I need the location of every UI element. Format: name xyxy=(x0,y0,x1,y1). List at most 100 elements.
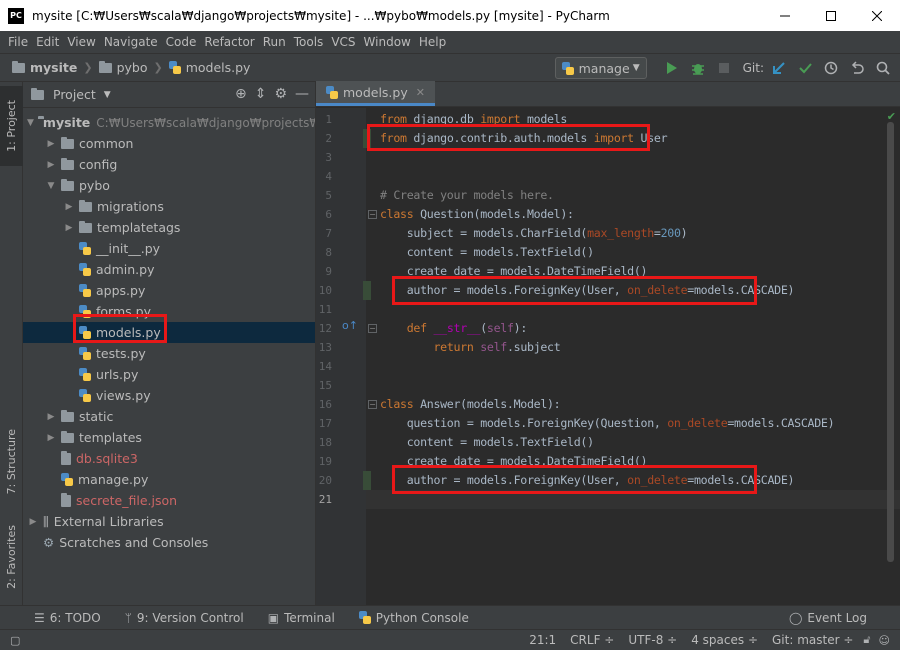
tree-item[interactable]: ▶ static xyxy=(23,406,315,427)
chevron-right-icon[interactable]: ▶ xyxy=(63,223,75,233)
git-update-icon[interactable] xyxy=(766,54,792,82)
code-token: models xyxy=(520,112,568,126)
tree-item[interactable]: manage.py xyxy=(23,469,315,490)
tree-item-label: templates xyxy=(79,430,142,445)
code-token: import xyxy=(593,131,634,145)
code-token: from xyxy=(380,112,407,126)
breadcrumb-models[interactable]: models.py xyxy=(186,60,251,75)
file-encoding[interactable]: UTF-8 ÷ xyxy=(628,633,677,647)
run-icon[interactable] xyxy=(659,54,685,82)
chevron-right-icon[interactable]: ▶ xyxy=(45,139,57,149)
chevron-right-icon[interactable]: ▶ xyxy=(45,160,57,170)
chevron-right-icon[interactable]: ▶ xyxy=(45,433,57,443)
history-icon[interactable] xyxy=(818,54,844,82)
structure-tool-tab[interactable]: 7: Structure xyxy=(0,417,23,507)
fold-icon[interactable]: − xyxy=(368,400,377,409)
close-button[interactable] xyxy=(854,0,900,31)
menu-help[interactable]: Help xyxy=(415,35,450,49)
fold-icon[interactable]: − xyxy=(368,324,377,333)
tree-item[interactable]: ▶ migrations xyxy=(23,196,315,217)
menu-window[interactable]: Window xyxy=(360,35,415,49)
version-control-tool-button[interactable]: ᛘ 9: Version Control xyxy=(125,611,244,625)
breadcrumb-mysite[interactable]: mysite xyxy=(30,60,77,75)
minimize-button[interactable] xyxy=(762,0,808,31)
code-line: content = models.TextField() xyxy=(366,433,594,452)
stop-icon[interactable] xyxy=(711,54,737,82)
locate-icon[interactable]: ⊕ xyxy=(235,86,247,102)
hide-icon[interactable]: — xyxy=(295,86,309,102)
tree-item[interactable]: apps.py xyxy=(23,280,315,301)
tree-item[interactable]: secrete_file.json xyxy=(23,490,315,511)
tree-item[interactable]: ⚙ Scratches and Consoles xyxy=(23,532,315,553)
menu-code[interactable]: Code xyxy=(162,35,201,49)
tree-item[interactable]: ▼ pybo xyxy=(23,175,315,196)
debug-icon[interactable] xyxy=(685,54,711,82)
tree-item[interactable]: ▶ ⫼ External Libraries xyxy=(23,511,315,532)
tree-item[interactable]: admin.py xyxy=(23,259,315,280)
pycharm-window: PC mysite [C:₩Users₩scala₩django₩project… xyxy=(0,0,900,650)
tree-item[interactable]: models.py xyxy=(23,322,315,343)
menu-refactor[interactable]: Refactor xyxy=(200,35,258,49)
editor-scrollbar[interactable] xyxy=(887,122,894,562)
tree-item[interactable]: forms.py xyxy=(23,301,315,322)
chevron-right-icon[interactable]: ▶ xyxy=(27,517,39,527)
gear-icon[interactable]: ⚙ xyxy=(274,86,287,102)
tree-item[interactable]: tests.py xyxy=(23,343,315,364)
project-tool-tab[interactable]: 1: Project xyxy=(0,86,23,166)
collapse-all-icon[interactable]: ⇕ xyxy=(255,86,267,102)
menu-run[interactable]: Run xyxy=(259,35,290,49)
run-config-select[interactable]: manage ▼ xyxy=(554,57,647,79)
favorites-tool-tab[interactable]: 2: Favorites xyxy=(0,512,23,602)
search-icon[interactable] xyxy=(870,54,896,82)
terminal-tool-button[interactable]: ▣ Terminal xyxy=(268,611,335,625)
tree-item[interactable]: ▶ templates xyxy=(23,427,315,448)
code-editor[interactable]: from django.db import models from django.… xyxy=(366,108,900,605)
line-number: 17 xyxy=(318,417,332,430)
tree-item[interactable]: urls.py xyxy=(23,364,315,385)
tree-item[interactable]: views.py xyxy=(23,385,315,406)
chevron-right-icon[interactable]: ▶ xyxy=(45,412,57,422)
override-method-icon[interactable]: o↑ xyxy=(342,319,358,332)
lock-icon[interactable]: 🔓︎ xyxy=(863,633,870,647)
tree-item[interactable]: ▶ templatetags xyxy=(23,217,315,238)
menu-tools[interactable]: Tools xyxy=(290,35,328,49)
breadcrumb-pybo[interactable]: pybo xyxy=(117,60,148,75)
caret-position[interactable]: 21:1 xyxy=(529,633,556,647)
chevron-down-icon[interactable]: ▼ xyxy=(45,181,57,191)
git-branch[interactable]: Git: master ÷ xyxy=(772,633,853,647)
code-token: ): xyxy=(513,321,528,335)
maximize-button[interactable] xyxy=(808,0,854,31)
close-tab-icon[interactable]: ✕ xyxy=(416,86,425,99)
git-commit-icon[interactable] xyxy=(792,54,818,82)
inspector-icon[interactable]: ☺ xyxy=(879,634,890,647)
event-log-button[interactable]: ◯ Event Log xyxy=(789,611,867,625)
editor-tab-models[interactable]: models.py ✕ xyxy=(316,81,435,106)
menu-file[interactable]: File xyxy=(4,35,32,49)
run-config-label: manage xyxy=(578,60,630,76)
code-token: max_length xyxy=(587,226,654,240)
menu-vcs[interactable]: VCS xyxy=(327,35,359,49)
indent-setting[interactable]: 4 spaces ÷ xyxy=(691,633,758,647)
python-console-tool-button[interactable]: Python Console xyxy=(358,611,469,625)
tree-item[interactable]: __init__.py xyxy=(23,238,315,259)
tree-item[interactable]: ▶ common xyxy=(23,133,315,154)
tree-item-label: manage.py xyxy=(78,472,149,487)
project-panel-title[interactable]: Project xyxy=(53,87,96,102)
dropdown-arrow-icon[interactable]: ▼ xyxy=(104,90,111,100)
tool-windows-toggle-icon[interactable]: ▢ xyxy=(10,634,20,647)
todo-tool-button[interactable]: ☰ 6: TODO xyxy=(34,611,101,625)
menu-view[interactable]: View xyxy=(63,35,99,49)
line-separator[interactable]: CRLF ÷ xyxy=(570,633,614,647)
tree-item[interactable]: ▼ mysite C:₩Users₩scala₩django₩projects₩my… xyxy=(23,112,362,133)
tree-item[interactable]: db.sqlite3 xyxy=(23,448,315,469)
fold-icon[interactable]: − xyxy=(368,210,377,219)
code-token: on_delete xyxy=(627,283,688,297)
menu-navigate[interactable]: Navigate xyxy=(100,35,162,49)
code-token: class xyxy=(380,207,414,221)
rollback-icon[interactable] xyxy=(844,54,870,82)
chevron-right-icon[interactable]: ▶ xyxy=(63,202,75,212)
chevron-down-icon[interactable]: ▼ xyxy=(27,118,34,128)
tree-item[interactable]: ▶ config xyxy=(23,154,315,175)
json-file-icon xyxy=(61,492,71,507)
menu-edit[interactable]: Edit xyxy=(32,35,63,49)
